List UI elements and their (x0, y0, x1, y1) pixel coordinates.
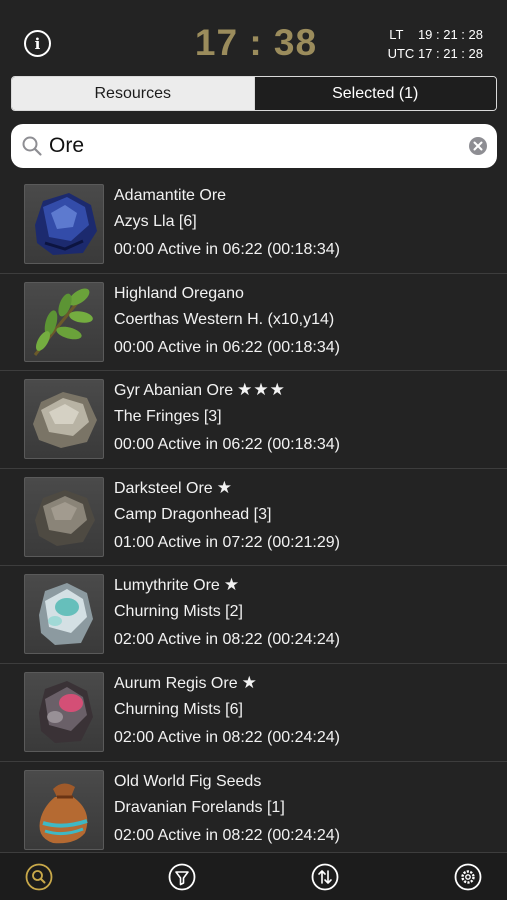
search-bar[interactable]: Ore (11, 124, 497, 168)
item-name: Highland Oregano (114, 284, 244, 302)
search-tab-icon[interactable] (25, 863, 53, 891)
item-name: Gyr Abanian Ore ★★★ (114, 380, 286, 401)
list-item[interactable]: Gyr Abanian Ore ★★★ The Fringes [3] 00:00… (0, 371, 507, 469)
item-thumbnail (24, 281, 104, 362)
item-thumbnail (24, 574, 104, 655)
item-time: 00:00 Active in 06:22 (00:18:34) (114, 436, 340, 454)
tab-bar (0, 852, 507, 900)
item-stars: ★ (223, 575, 241, 596)
item-thumbnail (24, 184, 104, 264)
item-location: The Fringes [3] (114, 408, 222, 426)
item-stars: ★★★ (237, 380, 286, 401)
list-item[interactable]: Old World Fig Seeds Dravanian Forelands … (0, 762, 507, 852)
item-name: Darksteel Ore ★ (114, 477, 233, 498)
item-location: Churning Mists [6] (114, 700, 243, 718)
utc-clock: UTC 17 : 21 : 28 (388, 44, 483, 63)
filter-tab-icon[interactable] (168, 863, 196, 891)
darksteel-ore-icon (35, 489, 95, 546)
list-item[interactable]: Adamantite Ore Azys Lla [6] 00:00 Active… (0, 176, 507, 274)
item-stars: ★ (241, 672, 258, 693)
item-thumbnail (24, 379, 104, 460)
item-location: Camp Dragonhead [3] (114, 505, 272, 523)
fig-seeds-icon (39, 783, 88, 843)
real-time-clocks: LT 19 : 21 : 28 UTC 17 : 21 : 28 (388, 25, 483, 63)
item-time: 00:00 Active in 06:22 (00:18:34) (114, 338, 340, 356)
item-time: 01:00 Active in 07:22 (00:21:29) (114, 533, 340, 551)
item-name: Old World Fig Seeds (114, 772, 262, 790)
clear-search-icon[interactable] (468, 136, 488, 156)
item-location: Dravanian Forelands [1] (114, 798, 285, 816)
adamantite-ore-icon (35, 193, 97, 255)
item-location: Azys Lla [6] (114, 213, 197, 230)
gyr-abanian-ore-icon (33, 392, 97, 449)
lt-value: 19 : 21 : 28 (417, 27, 483, 42)
item-thumbnail (24, 671, 104, 752)
eorzea-clock: 17 : 38 (194, 22, 318, 63)
utc-label: UTC (387, 46, 415, 61)
lt-clock: LT 19 : 21 : 28 (388, 25, 483, 44)
search-input[interactable]: Ore (49, 134, 468, 158)
item-thumbnail (24, 769, 104, 850)
info-button[interactable]: i (24, 30, 51, 57)
lt-label: LT (389, 27, 404, 42)
list-item[interactable]: Darksteel Ore ★ Camp Dragonhead [3] 01:00… (0, 469, 507, 567)
item-time: 02:00 Active in 08:22 (00:24:24) (114, 631, 340, 649)
utc-value: 17 : 21 : 28 (417, 46, 483, 61)
lumythrite-ore-icon (39, 583, 93, 646)
info-icon: i (34, 34, 41, 53)
tab-resources[interactable]: Resources (12, 77, 254, 110)
item-name: Adamantite Ore (114, 187, 227, 204)
aurum-regis-ore-icon (39, 680, 93, 743)
item-thumbnail (24, 476, 104, 557)
search-icon (22, 136, 42, 156)
list-item[interactable]: Lumythrite Ore ★ Churning Mists [2] 02:00… (0, 566, 507, 664)
highland-oregano-icon (33, 288, 93, 356)
item-name: Lumythrite Ore ★ (114, 575, 241, 596)
item-time: 02:00 Active in 08:22 (00:24:24) (114, 826, 340, 844)
segmented-control: Resources Selected (1) (11, 76, 497, 111)
settings-tab-icon[interactable] (454, 863, 482, 891)
item-location: Churning Mists [2] (114, 603, 243, 621)
resource-list: Adamantite Ore Azys Lla [6] 00:00 Active… (0, 176, 507, 852)
item-location: Coerthas Western H. (x10,y14) (114, 310, 335, 328)
list-item[interactable]: Highland Oregano Coerthas Western H. (x1… (0, 274, 507, 372)
item-name: Aurum Regis Ore ★ (114, 672, 258, 693)
item-time: 02:00 Active in 08:22 (00:24:24) (114, 728, 340, 746)
sort-tab-icon[interactable] (311, 863, 339, 891)
list-item[interactable]: Aurum Regis Ore ★ Churning Mists [6] 02:0… (0, 664, 507, 762)
tab-selected[interactable]: Selected (1) (253, 77, 496, 110)
item-time: 00:00 Active in 06:22 (00:18:34) (114, 241, 340, 258)
item-stars: ★ (216, 477, 233, 498)
header: i 17 : 38 LT 19 : 21 : 28 UTC 17 : 21 : … (0, 0, 507, 76)
